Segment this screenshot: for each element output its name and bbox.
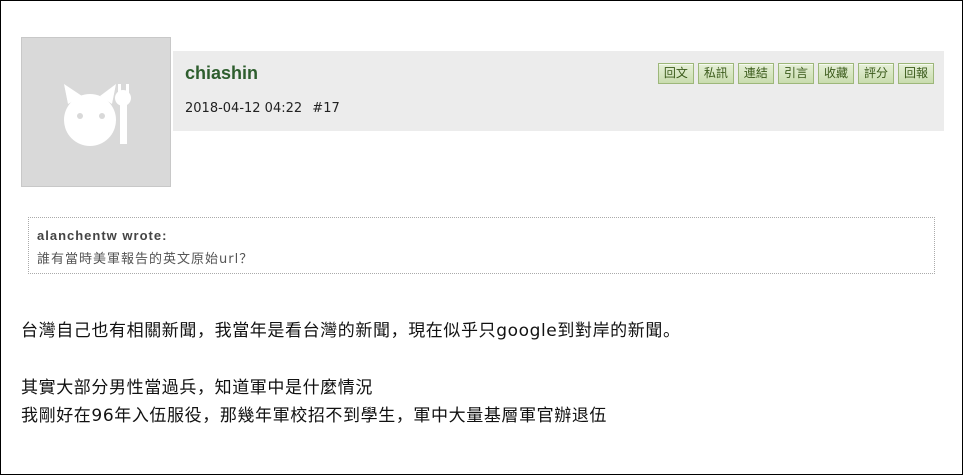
quote-button[interactable]: 引言 xyxy=(777,63,814,84)
default-avatar-icon xyxy=(64,84,131,146)
post-container: chiashin 2018-04-12 04:22 #17 回文 私訊 連結 引… xyxy=(0,0,963,475)
rate-button[interactable]: 評分 xyxy=(857,63,894,84)
username-link[interactable]: chiashin xyxy=(185,63,258,84)
link-button[interactable]: 連結 xyxy=(737,63,774,84)
post-meta: 2018-04-12 04:22 #17 xyxy=(185,101,346,116)
post-action-bar: 回文 私訊 連結 引言 收藏 評分 回報 xyxy=(657,63,934,84)
post-header: chiashin 2018-04-12 04:22 #17 回文 私訊 連結 引… xyxy=(173,51,944,131)
bookmark-button[interactable]: 收藏 xyxy=(817,63,854,84)
post-body-line: 其實大部分男性當過兵，知道軍中是什麼情況 xyxy=(21,378,373,398)
quote-author: alanchentw wrote: xyxy=(37,228,168,243)
private-message-button[interactable]: 私訊 xyxy=(697,63,734,84)
quote-text: 誰有當時美軍報告的英文原始url？ xyxy=(37,252,254,267)
post-body-line: 台灣自己也有相關新聞，我當年是看台灣的新聞，現在似乎只google到對岸的新聞。 xyxy=(21,321,681,341)
post-body-line: 我剛好在96年入伍服役，那幾年軍校招不到學生，軍中大量基層軍官辦退伍 xyxy=(21,406,608,426)
avatar[interactable] xyxy=(21,37,171,187)
report-button[interactable]: 回報 xyxy=(897,63,934,84)
reply-button[interactable]: 回文 xyxy=(657,63,694,84)
quote-block: alanchentw wrote: 誰有當時美軍報告的英文原始url？ xyxy=(28,217,935,274)
post-number-link[interactable]: #17 xyxy=(312,101,339,116)
post-date: 2018-04-12 04:22 xyxy=(185,101,303,116)
